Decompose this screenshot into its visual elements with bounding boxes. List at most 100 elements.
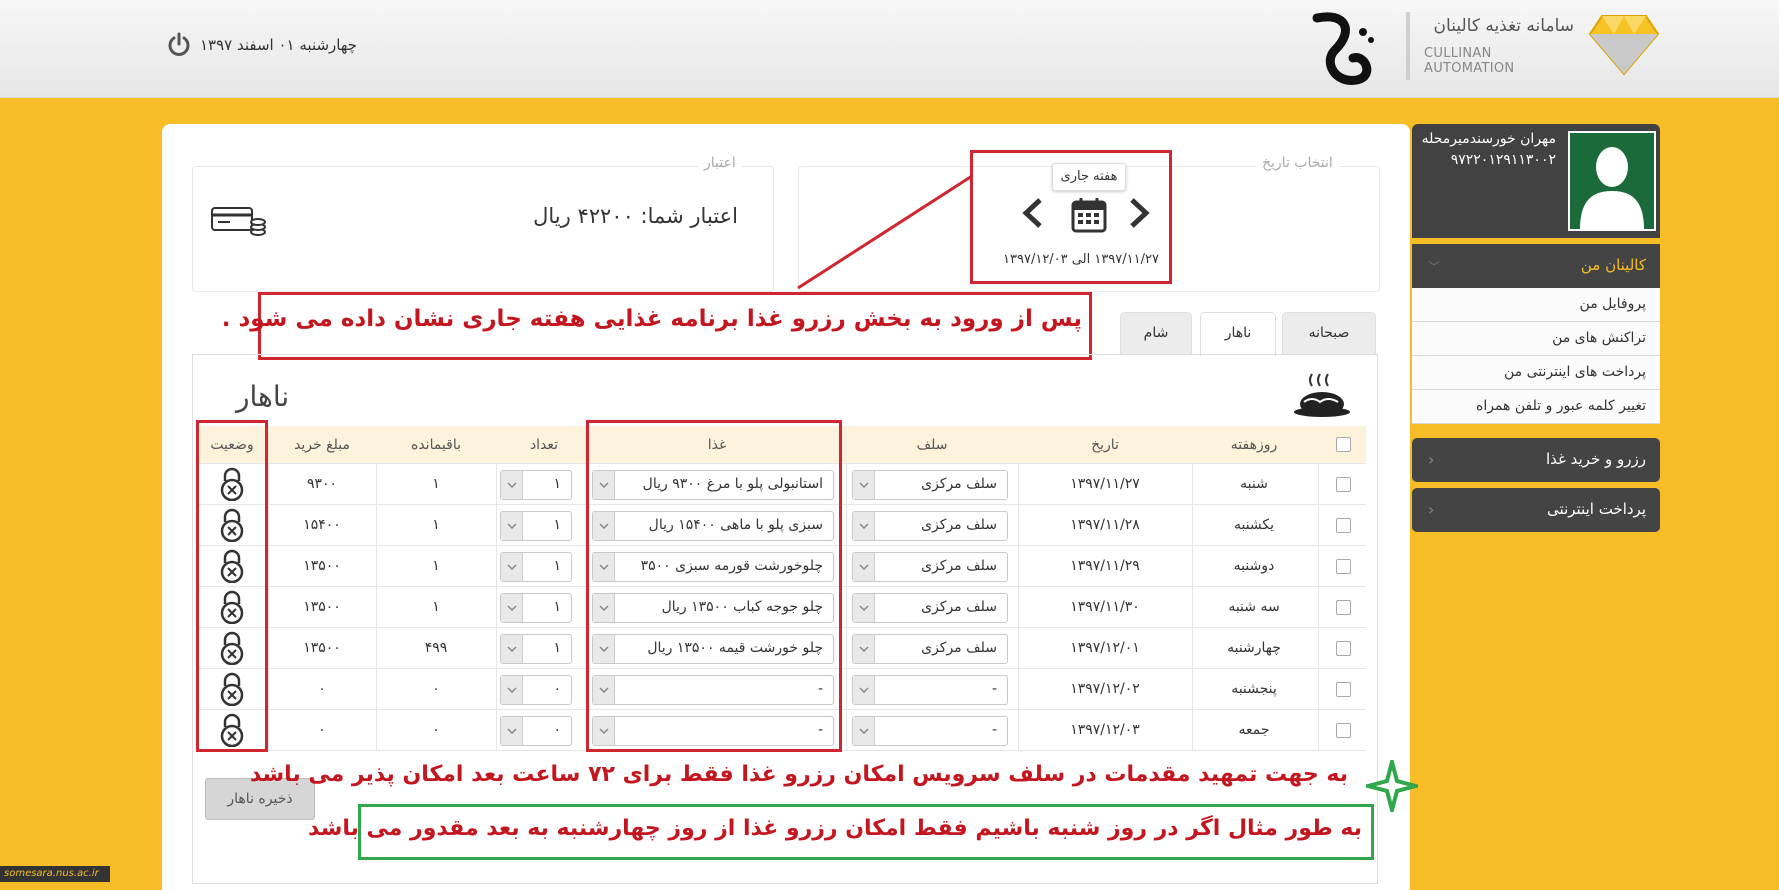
annotation-text-bottom-1: به جهت تمهید مقدمات در سلف سرویس امکان ر… bbox=[249, 762, 1348, 787]
cell-date: ۱۳۹۷/۱۱/۲۷ bbox=[1070, 476, 1140, 492]
self-select[interactable]: - bbox=[852, 716, 1008, 746]
count-select[interactable]: ۰ bbox=[500, 675, 572, 705]
date-selector-title: انتخاب تاریخ bbox=[1256, 155, 1339, 171]
header-self: سلف bbox=[916, 436, 948, 453]
self-select[interactable]: سلف مرکزی bbox=[852, 470, 1008, 500]
self-select[interactable]: سلف مرکزی bbox=[852, 634, 1008, 664]
cell-remaining: ۴۹۹ bbox=[424, 640, 448, 656]
chevron-down-icon bbox=[501, 717, 523, 745]
current-week-tooltip: هفته جاری bbox=[1052, 163, 1126, 191]
annotation-text-bottom-2: به طور مثال اگر در روز شنبه باشیم فقط ام… bbox=[308, 816, 1362, 841]
chevron-down-icon bbox=[501, 676, 523, 704]
chevron-down-icon bbox=[853, 635, 875, 663]
annotation-highlight-status-column bbox=[196, 420, 268, 752]
self-select[interactable]: - bbox=[852, 675, 1008, 705]
brand-name-en: CULLINAN AUTOMATION bbox=[1424, 46, 1515, 76]
self-select[interactable]: سلف مرکزی bbox=[852, 593, 1008, 623]
sidebar-item-transactions[interactable]: تراکنش های من bbox=[1412, 322, 1660, 356]
next-week-arrow-icon[interactable] bbox=[1126, 196, 1152, 234]
sidebar-item-profile[interactable]: پروفایل من bbox=[1412, 288, 1660, 322]
menu-online-payment-label: پرداخت اینترنتی bbox=[1547, 500, 1646, 518]
cell-date: ۱۳۹۷/۱۲/۰۲ bbox=[1070, 681, 1140, 697]
cell-amount: ۰ bbox=[318, 722, 326, 738]
menu-reserve-food-label: رزرو و خرید غذا bbox=[1545, 450, 1646, 468]
cell-amount: ۱۳۵۰۰ bbox=[303, 640, 341, 656]
cell-date: ۱۳۹۷/۱۱/۲۸ bbox=[1070, 517, 1140, 533]
chevron-down-icon bbox=[501, 512, 523, 540]
sidebar-item-online-payments[interactable]: پرداخت های اینترنتی من bbox=[1412, 356, 1660, 390]
section-title: ناهار bbox=[236, 380, 290, 413]
self-select[interactable]: سلف مرکزی bbox=[852, 552, 1008, 582]
row-checkbox[interactable] bbox=[1335, 681, 1351, 697]
tab-dinner[interactable]: شام bbox=[1120, 312, 1192, 354]
cullinan-diamond-icon bbox=[1588, 12, 1660, 80]
cell-remaining: ۰ bbox=[432, 681, 440, 697]
cell-remaining: ۰ bbox=[432, 722, 440, 738]
sidebar-item-change-password[interactable]: تغییر کلمه عبور و تلفن همراه bbox=[1412, 390, 1660, 424]
chevron-down-icon bbox=[501, 635, 523, 663]
self-select-value: سلف مرکزی bbox=[921, 640, 997, 656]
chevron-down-icon bbox=[853, 717, 875, 745]
cell-amount: ۰ bbox=[318, 681, 326, 697]
cell-amount: ۱۳۵۰۰ bbox=[303, 599, 341, 615]
self-select-value: - bbox=[991, 722, 997, 738]
menu-my-kalinan-label: کالینان من bbox=[1580, 256, 1646, 274]
row-checkbox[interactable] bbox=[1335, 517, 1351, 533]
self-select-value: سلف مرکزی bbox=[921, 599, 997, 615]
chevron-left-icon: ‹ bbox=[1428, 500, 1435, 519]
cell-amount: ۱۵۴۰۰ bbox=[303, 517, 341, 533]
chevron-down-icon: ﹀ bbox=[1428, 260, 1441, 274]
self-select-value: سلف مرکزی bbox=[921, 517, 997, 533]
count-select-value: ۱ bbox=[553, 640, 561, 656]
count-select-value: ۱ bbox=[553, 558, 561, 574]
select-all-checkbox[interactable] bbox=[1335, 437, 1351, 452]
university-logo-icon bbox=[1305, 10, 1385, 94]
count-select[interactable]: ۱ bbox=[500, 593, 572, 623]
self-select-value: سلف مرکزی bbox=[921, 558, 997, 574]
row-checkbox[interactable] bbox=[1335, 640, 1351, 656]
header-count: تعداد bbox=[529, 436, 559, 453]
chevron-left-icon: ‹ bbox=[1428, 450, 1435, 469]
count-select[interactable]: ۱ bbox=[500, 511, 572, 541]
menu-reserve-food[interactable]: رزرو و خرید غذا ‹ bbox=[1412, 438, 1660, 482]
row-checkbox[interactable] bbox=[1335, 599, 1351, 615]
cell-remaining: ۱ bbox=[432, 476, 440, 492]
chevron-down-icon bbox=[853, 512, 875, 540]
cell-day: پنجشنبه bbox=[1231, 681, 1277, 697]
tab-lunch[interactable]: ناهار bbox=[1200, 312, 1276, 356]
wallet-coins-icon bbox=[210, 204, 268, 242]
cell-date: ۱۳۹۷/۱۱/۲۹ bbox=[1070, 558, 1140, 574]
header-amount: مبلغ خرید bbox=[294, 436, 350, 453]
power-icon[interactable] bbox=[166, 32, 192, 62]
brand-name-fa: سامانه تغذیه کالینان bbox=[1433, 16, 1574, 36]
watermark: somesara.nus.ac.ir bbox=[0, 866, 110, 882]
previous-week-arrow-icon[interactable] bbox=[1020, 196, 1046, 234]
row-checkbox[interactable] bbox=[1335, 476, 1351, 492]
chevron-down-icon bbox=[501, 553, 523, 581]
credit-box bbox=[192, 166, 774, 292]
calendar-icon[interactable] bbox=[1070, 196, 1108, 238]
count-select[interactable]: ۰ bbox=[500, 716, 572, 746]
row-checkbox[interactable] bbox=[1335, 722, 1351, 738]
header-date: تاریخ bbox=[1091, 436, 1119, 453]
cell-remaining: ۱ bbox=[432, 599, 440, 615]
user-silhouette-icon bbox=[1580, 147, 1644, 229]
cell-day: دوشنبه bbox=[1233, 558, 1275, 574]
header-remaining: باقیمانده bbox=[410, 436, 462, 453]
credit-balance: اعتبار شما: ۴۲۲۰۰ ریال bbox=[533, 204, 738, 228]
row-checkbox[interactable] bbox=[1335, 558, 1351, 574]
count-select[interactable]: ۱ bbox=[500, 634, 572, 664]
week-date-range: ۱۳۹۷/۱۱/۲۷ الی ۱۳۹۷/۱۲/۰۳ bbox=[1003, 252, 1159, 267]
self-select[interactable]: سلف مرکزی bbox=[852, 511, 1008, 541]
menu-my-kalinan[interactable]: کالینان من ﹀ bbox=[1412, 244, 1660, 288]
self-select-value: - bbox=[991, 681, 997, 697]
count-select[interactable]: ۱ bbox=[500, 470, 572, 500]
self-select-value: سلف مرکزی bbox=[921, 476, 997, 492]
count-select-value: ۰ bbox=[553, 681, 561, 697]
count-select-value: ۱ bbox=[553, 599, 561, 615]
tab-breakfast[interactable]: صبحانه bbox=[1282, 312, 1376, 354]
cell-remaining: ۱ bbox=[432, 517, 440, 533]
food-dish-icon bbox=[1292, 372, 1354, 428]
count-select[interactable]: ۱ bbox=[500, 552, 572, 582]
menu-online-payment[interactable]: پرداخت اینترنتی ‹ bbox=[1412, 488, 1660, 532]
